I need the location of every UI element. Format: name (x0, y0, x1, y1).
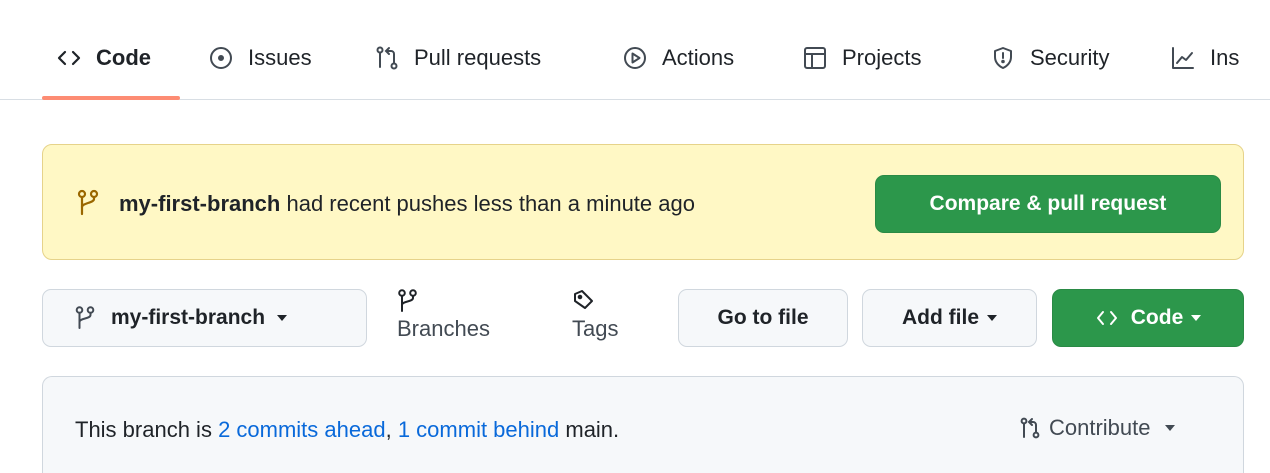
tags-label: Tags (572, 316, 619, 341)
tab-insights-label: Ins (1210, 45, 1240, 70)
recent-push-banner: my-first-branch had recent pushes less t… (42, 144, 1244, 260)
issue-opened-icon (208, 45, 234, 71)
tab-pull-requests[interactable]: Pull requests (374, 38, 541, 78)
play-icon (622, 45, 648, 71)
branches-link[interactable]: Branches (397, 288, 490, 342)
tab-projects[interactable]: Projects (802, 38, 921, 78)
tags-link[interactable]: Tags (572, 288, 618, 342)
table-icon (802, 45, 828, 71)
tag-icon (574, 290, 593, 309)
tab-projects-label: Projects (842, 45, 922, 70)
add-file-label: Add file (902, 306, 979, 329)
chevron-down-icon (277, 315, 288, 321)
chevron-down-icon (1191, 315, 1202, 321)
shield-icon (990, 45, 1016, 71)
tab-security-label: Security (1030, 45, 1110, 70)
contribute-dropdown[interactable]: Contribute (1019, 415, 1175, 441)
comparison-suffix: main. (559, 417, 620, 442)
tab-security[interactable]: Security (990, 38, 1109, 78)
branch-selector-label: my-first-branch (111, 306, 266, 329)
repo-nav: Code Issues Pull requests Actions Projec… (0, 0, 1270, 100)
tab-insights[interactable]: Ins (1170, 38, 1239, 78)
code-icon (56, 45, 82, 71)
tab-code-label: Code (96, 45, 151, 70)
branch-comparison-text: This branch is 2 commits ahead, 1 commit… (75, 417, 619, 443)
contribute-label: Contribute (1049, 415, 1151, 440)
add-file-button[interactable]: Add file (862, 289, 1037, 347)
tab-actions[interactable]: Actions (622, 38, 734, 78)
tab-issues[interactable]: Issues (208, 38, 312, 78)
commits-ahead-link[interactable]: 2 commits ahead (218, 417, 386, 442)
banner-branch-name: my-first-branch (119, 191, 281, 216)
branches-label: Branches (397, 316, 490, 341)
go-to-file-button[interactable]: Go to file (678, 289, 848, 347)
banner-message-text: had recent pushes less than a minute ago (280, 191, 695, 216)
git-pull-request-icon (374, 45, 400, 71)
commits-behind-link[interactable]: 1 commit behind (398, 417, 559, 442)
chevron-down-icon (987, 315, 997, 321)
git-branch-icon (75, 306, 95, 329)
compare-pull-request-button[interactable]: Compare & pull request (875, 175, 1221, 233)
git-branch-icon (77, 189, 99, 216)
code-icon (1096, 311, 1117, 325)
comparison-separator: , (385, 417, 398, 442)
git-branch-icon (398, 289, 417, 312)
chevron-down-icon (1164, 425, 1175, 431)
code-button-label: Code (1130, 306, 1184, 329)
branch-selector-button[interactable]: my-first-branch (42, 289, 367, 347)
tab-actions-label: Actions (662, 45, 735, 70)
tab-code[interactable]: Code (56, 38, 151, 78)
tab-pull-requests-label: Pull requests (414, 45, 542, 70)
comparison-prefix: This branch is (75, 417, 219, 442)
recent-push-message: my-first-branch had recent pushes less t… (119, 191, 695, 217)
graph-icon (1170, 45, 1196, 71)
branch-comparison-box: This branch is 2 commits ahead, 1 commit… (42, 376, 1244, 473)
active-tab-indicator (42, 96, 180, 100)
git-pull-request-icon (1020, 417, 1040, 439)
tab-issues-label: Issues (248, 45, 312, 70)
code-dropdown-button[interactable]: Code (1052, 289, 1244, 347)
